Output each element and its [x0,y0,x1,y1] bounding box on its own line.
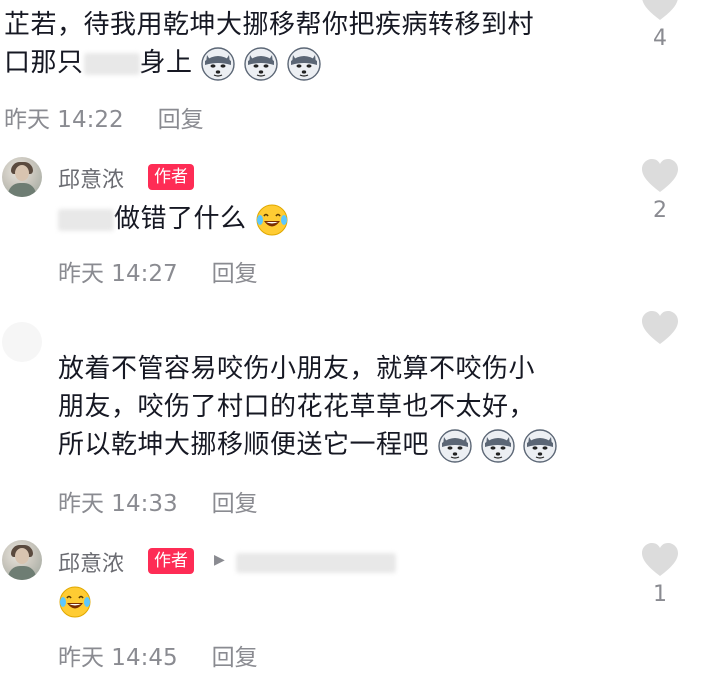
laugh-cry-emoji [255,203,289,237]
heart-icon [640,158,680,194]
author-name[interactable]: 邱意浓 [58,546,124,578]
comment-text-part: 口那只 [4,48,84,78]
comment-meta: 昨天 14:22 回复 [4,100,204,134]
comment-text: 芷若，待我用乾坤大挪移帮你把疾病转移到村 口那只 身上 [4,6,534,82]
doge-emoji [481,429,515,463]
doge-emoji [244,47,278,81]
avatar[interactable] [2,540,42,580]
like-button[interactable]: 4 [630,0,690,51]
reply-button[interactable]: 回复 [158,107,204,133]
comment-time: 昨天 14:22 [4,107,124,133]
comment-text-part: 所以乾坤大挪移顺便送它一程吧 [58,430,430,460]
comment-text-part: 身上 [139,48,193,78]
like-button[interactable]: 1 [630,542,690,607]
avatar[interactable] [2,157,42,197]
reply-button[interactable]: 回复 [212,645,258,671]
doge-emoji [287,47,321,81]
doge-emoji [523,429,557,463]
triangle-right-icon: ▶ [214,552,225,568]
comment-time: 昨天 14:45 [58,645,178,671]
redacted-text [236,552,396,573]
comment-text: 放着不管容易咬伤小朋友，就算不咬伤小 朋友，咬伤了村口的花花草草也不太好， 所以… [58,350,557,464]
comment-meta: 昨天 14:45 回复 [58,638,258,672]
comment-line: 放着不管容易咬伤小朋友，就算不咬伤小 [58,354,536,384]
comment-line: 芷若，待我用乾坤大挪移帮你把疾病转移到村 [4,10,535,40]
doge-emoji [438,429,472,463]
comment-time: 昨天 14:27 [58,261,178,287]
comment-text: 做错了什么 [58,200,289,238]
redacted-text [58,208,114,231]
redacted-text [83,52,140,75]
like-button[interactable]: 2 [630,158,690,223]
author-badge: 作者 [148,164,194,190]
comment-text [58,582,92,620]
heart-icon [640,0,680,22]
reply-button[interactable]: 回复 [212,491,258,517]
comment-time: 昨天 14:33 [58,491,178,517]
author-name[interactable]: 邱意浓 [58,162,124,194]
comment-text-part: 做错了什么 [114,204,247,234]
author-badge: 作者 [148,548,194,574]
laugh-cry-emoji [58,585,92,619]
comment-line: 朋友，咬伤了村口的花花草草也不太好， [58,392,536,422]
avatar[interactable] [2,322,42,362]
comment-meta: 昨天 14:33 回复 [58,484,258,518]
comment-meta: 昨天 14:27 回复 [58,254,258,288]
comment-line: 所以乾坤大挪移顺便送它一程吧 [58,426,557,464]
doge-emoji [201,47,235,81]
comment-line: 口那只 身上 [4,44,534,82]
reply-button[interactable]: 回复 [212,261,258,287]
like-button[interactable] [630,310,690,346]
like-count: 4 [653,26,667,51]
like-count: 2 [653,198,667,223]
like-count: 1 [653,582,667,607]
heart-icon [640,542,680,578]
heart-icon [640,310,680,346]
reply-to-user[interactable] [236,552,396,573]
